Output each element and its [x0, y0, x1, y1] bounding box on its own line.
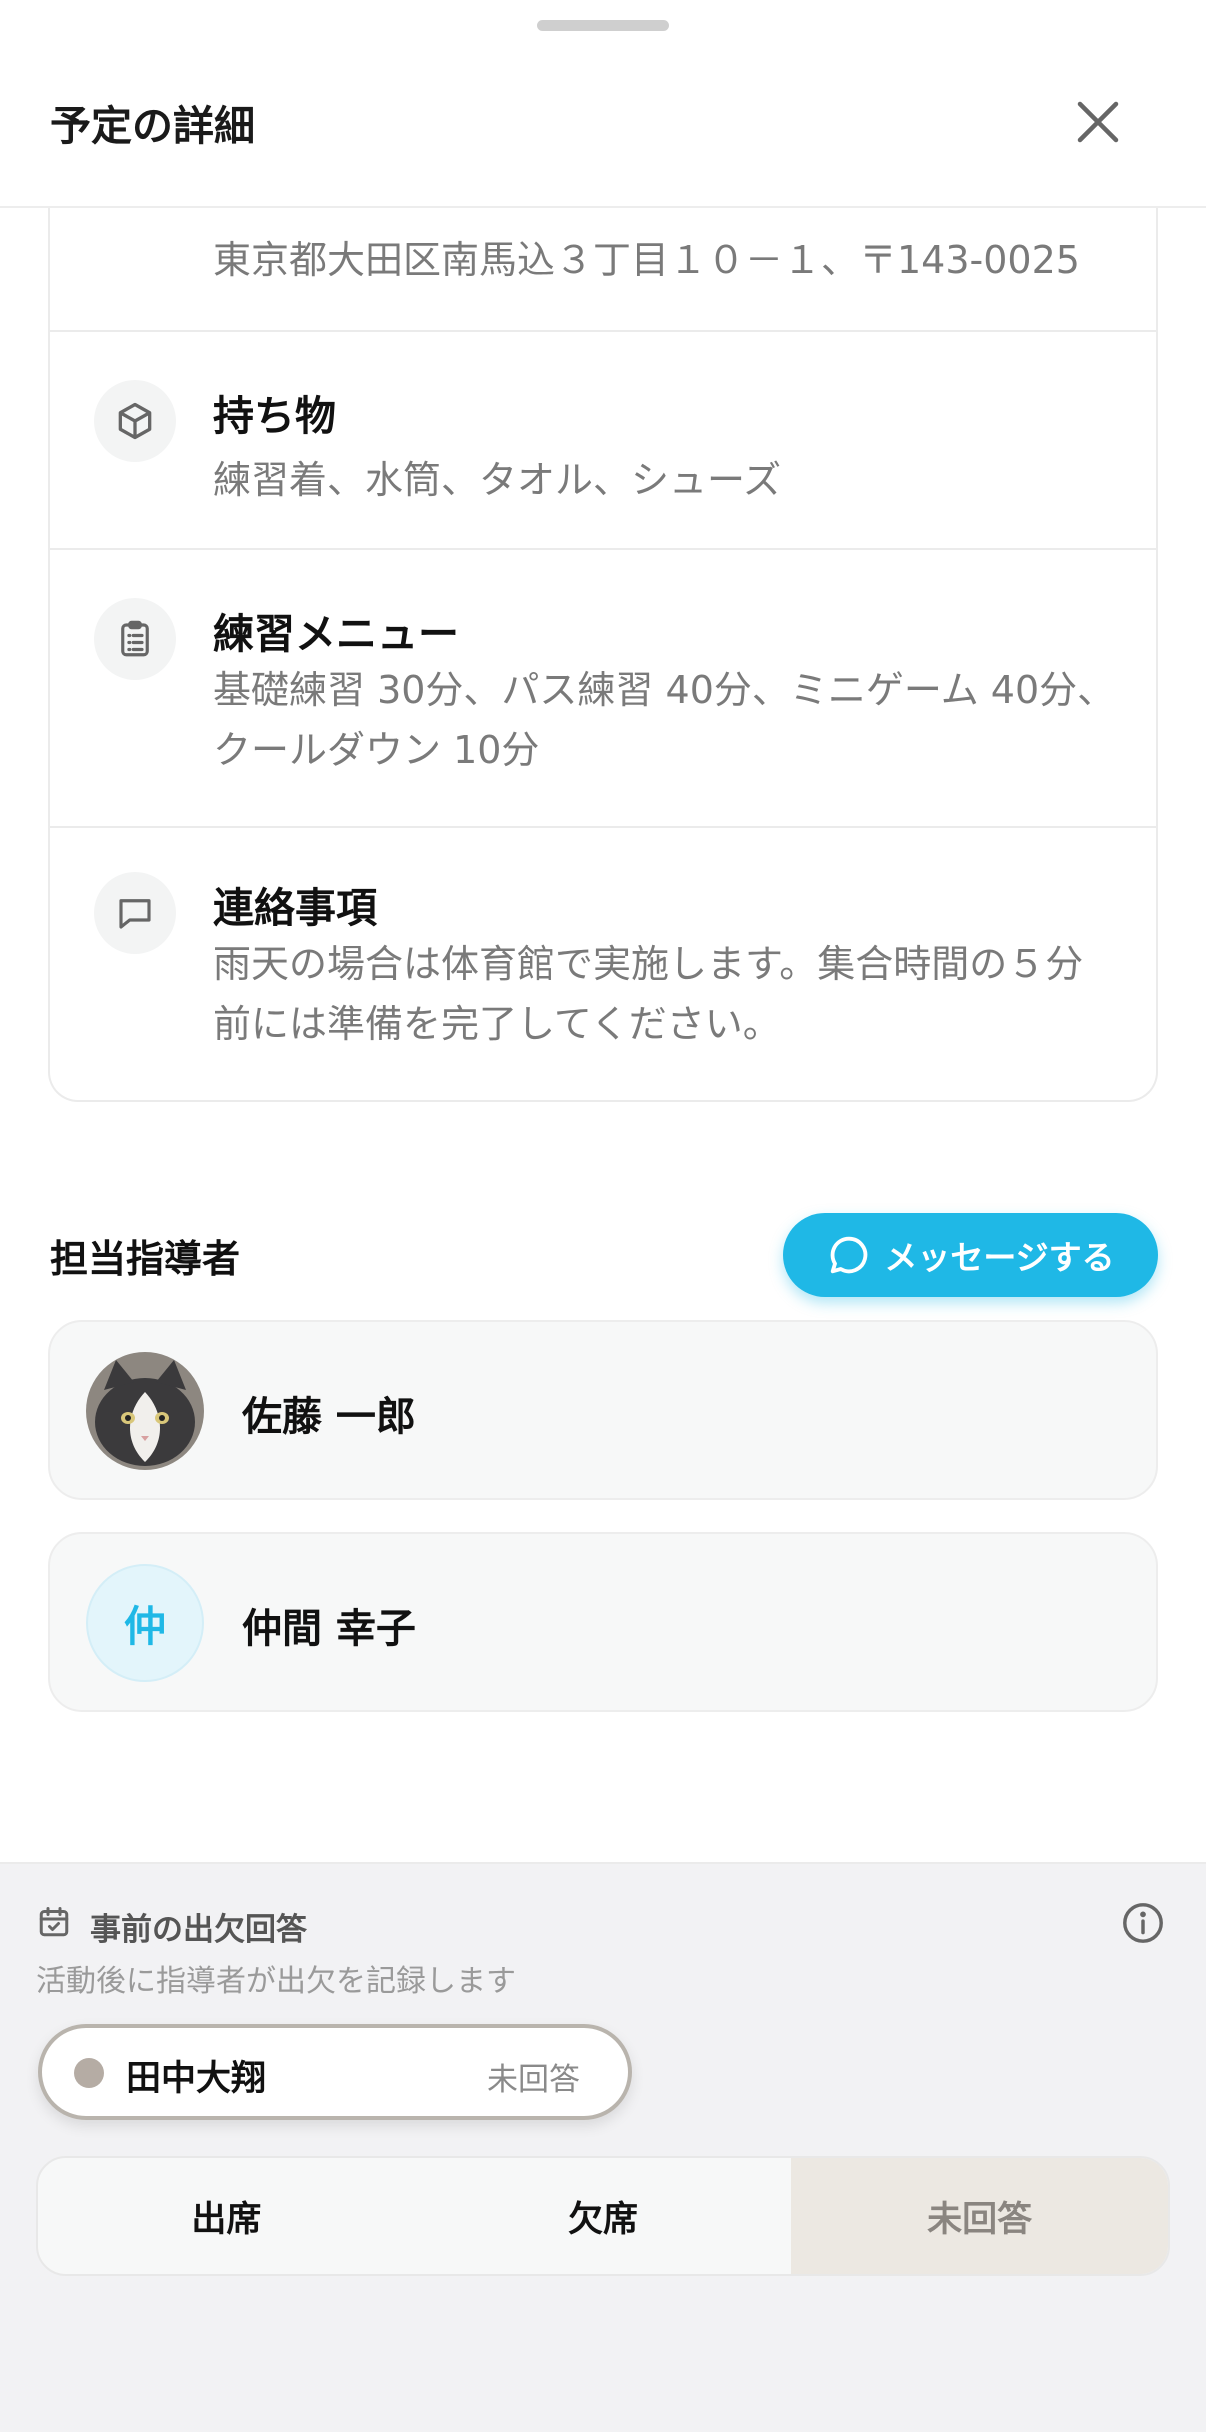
- option-attend[interactable]: 出席: [38, 2158, 415, 2274]
- attendance-segmented-control: 出席 欠席 未回答: [36, 2156, 1170, 2276]
- coaches-section-title: 担当指導者: [50, 1237, 241, 1281]
- chat-bubble-icon: [94, 872, 176, 954]
- child-name: 田中大翔: [126, 2059, 267, 2099]
- coach-card[interactable]: 仲 仲間 幸子: [48, 1532, 1158, 1712]
- attendance-subtitle: 活動後に指導者が出欠を記録します: [36, 1964, 516, 1999]
- close-icon: [1077, 101, 1119, 143]
- coach-name: 仲間 幸子: [242, 1606, 416, 1652]
- attendance-title: 事前の出欠回答: [90, 1912, 307, 1948]
- child-selector[interactable]: 田中大翔 未回答: [38, 2024, 632, 2120]
- avatar: [86, 1352, 204, 1470]
- child-status: 未回答: [487, 2062, 580, 2098]
- option-unanswered[interactable]: 未回答: [791, 2158, 1168, 2274]
- message-button-label: メッセージする: [884, 1238, 1115, 1277]
- detail-row-title: 練習メニュー: [213, 610, 459, 658]
- calendar-check-icon: [39, 1907, 69, 1937]
- info-icon[interactable]: [1120, 1900, 1166, 1950]
- avatar: 仲: [86, 1564, 204, 1682]
- detail-row-title: 連絡事項: [213, 884, 377, 932]
- close-button[interactable]: [1066, 90, 1130, 154]
- detail-row-text: 練習着、水筒、タオル、シューズ: [213, 458, 782, 502]
- detail-row-practice-menu: 練習メニュー 基礎練習 30分、パス練習 40分、ミニゲーム 40分、クールダウ…: [50, 550, 1156, 828]
- status-dot: [74, 2058, 104, 2088]
- sheet-header: 予定の詳細: [0, 0, 1206, 208]
- detail-row-text: 基礎練習 30分、パス練習 40分、ミニゲーム 40分、クールダウン 10分: [213, 668, 1116, 772]
- detail-row-title: 持ち物: [213, 392, 336, 440]
- clipboard-icon: [94, 598, 176, 680]
- coach-name: 佐藤 一郎: [242, 1394, 416, 1440]
- message-button[interactable]: メッセージする: [783, 1213, 1158, 1297]
- detail-row-belongings: 持ち物 練習着、水筒、タオル、シューズ: [50, 332, 1156, 550]
- box-icon: [94, 380, 176, 462]
- attendance-panel: 事前の出欠回答 活動後に指導者が出欠を記録します 田中大翔 未回答 出席 欠席 …: [0, 1862, 1206, 2432]
- page-title: 予定の詳細: [50, 102, 255, 150]
- chat-icon: [830, 1236, 868, 1274]
- detail-row-notice: 連絡事項 雨天の場合は体育館で実施します。集合時間の５分前には準備を完了してくだ…: [50, 828, 1156, 1100]
- details-card: 東京都大田区南馬込３丁目１０－１、〒143-0025 持ち物 練習着、水筒、タオ…: [48, 124, 1158, 1102]
- bottom-sheet: 予定の詳細 東京都大田区南馬込３丁目１０－１、〒143-0025 持ち物 練習着…: [0, 0, 1206, 2432]
- drag-handle[interactable]: [537, 20, 669, 31]
- option-absent[interactable]: 欠席: [415, 2158, 792, 2274]
- coach-card[interactable]: 佐藤 一郎: [48, 1320, 1158, 1500]
- detail-row-text: 東京都大田区南馬込３丁目１０－１、〒143-0025: [213, 238, 1080, 282]
- detail-row-text: 雨天の場合は体育館で実施します。集合時間の５分前には準備を完了してください。: [213, 942, 1084, 1046]
